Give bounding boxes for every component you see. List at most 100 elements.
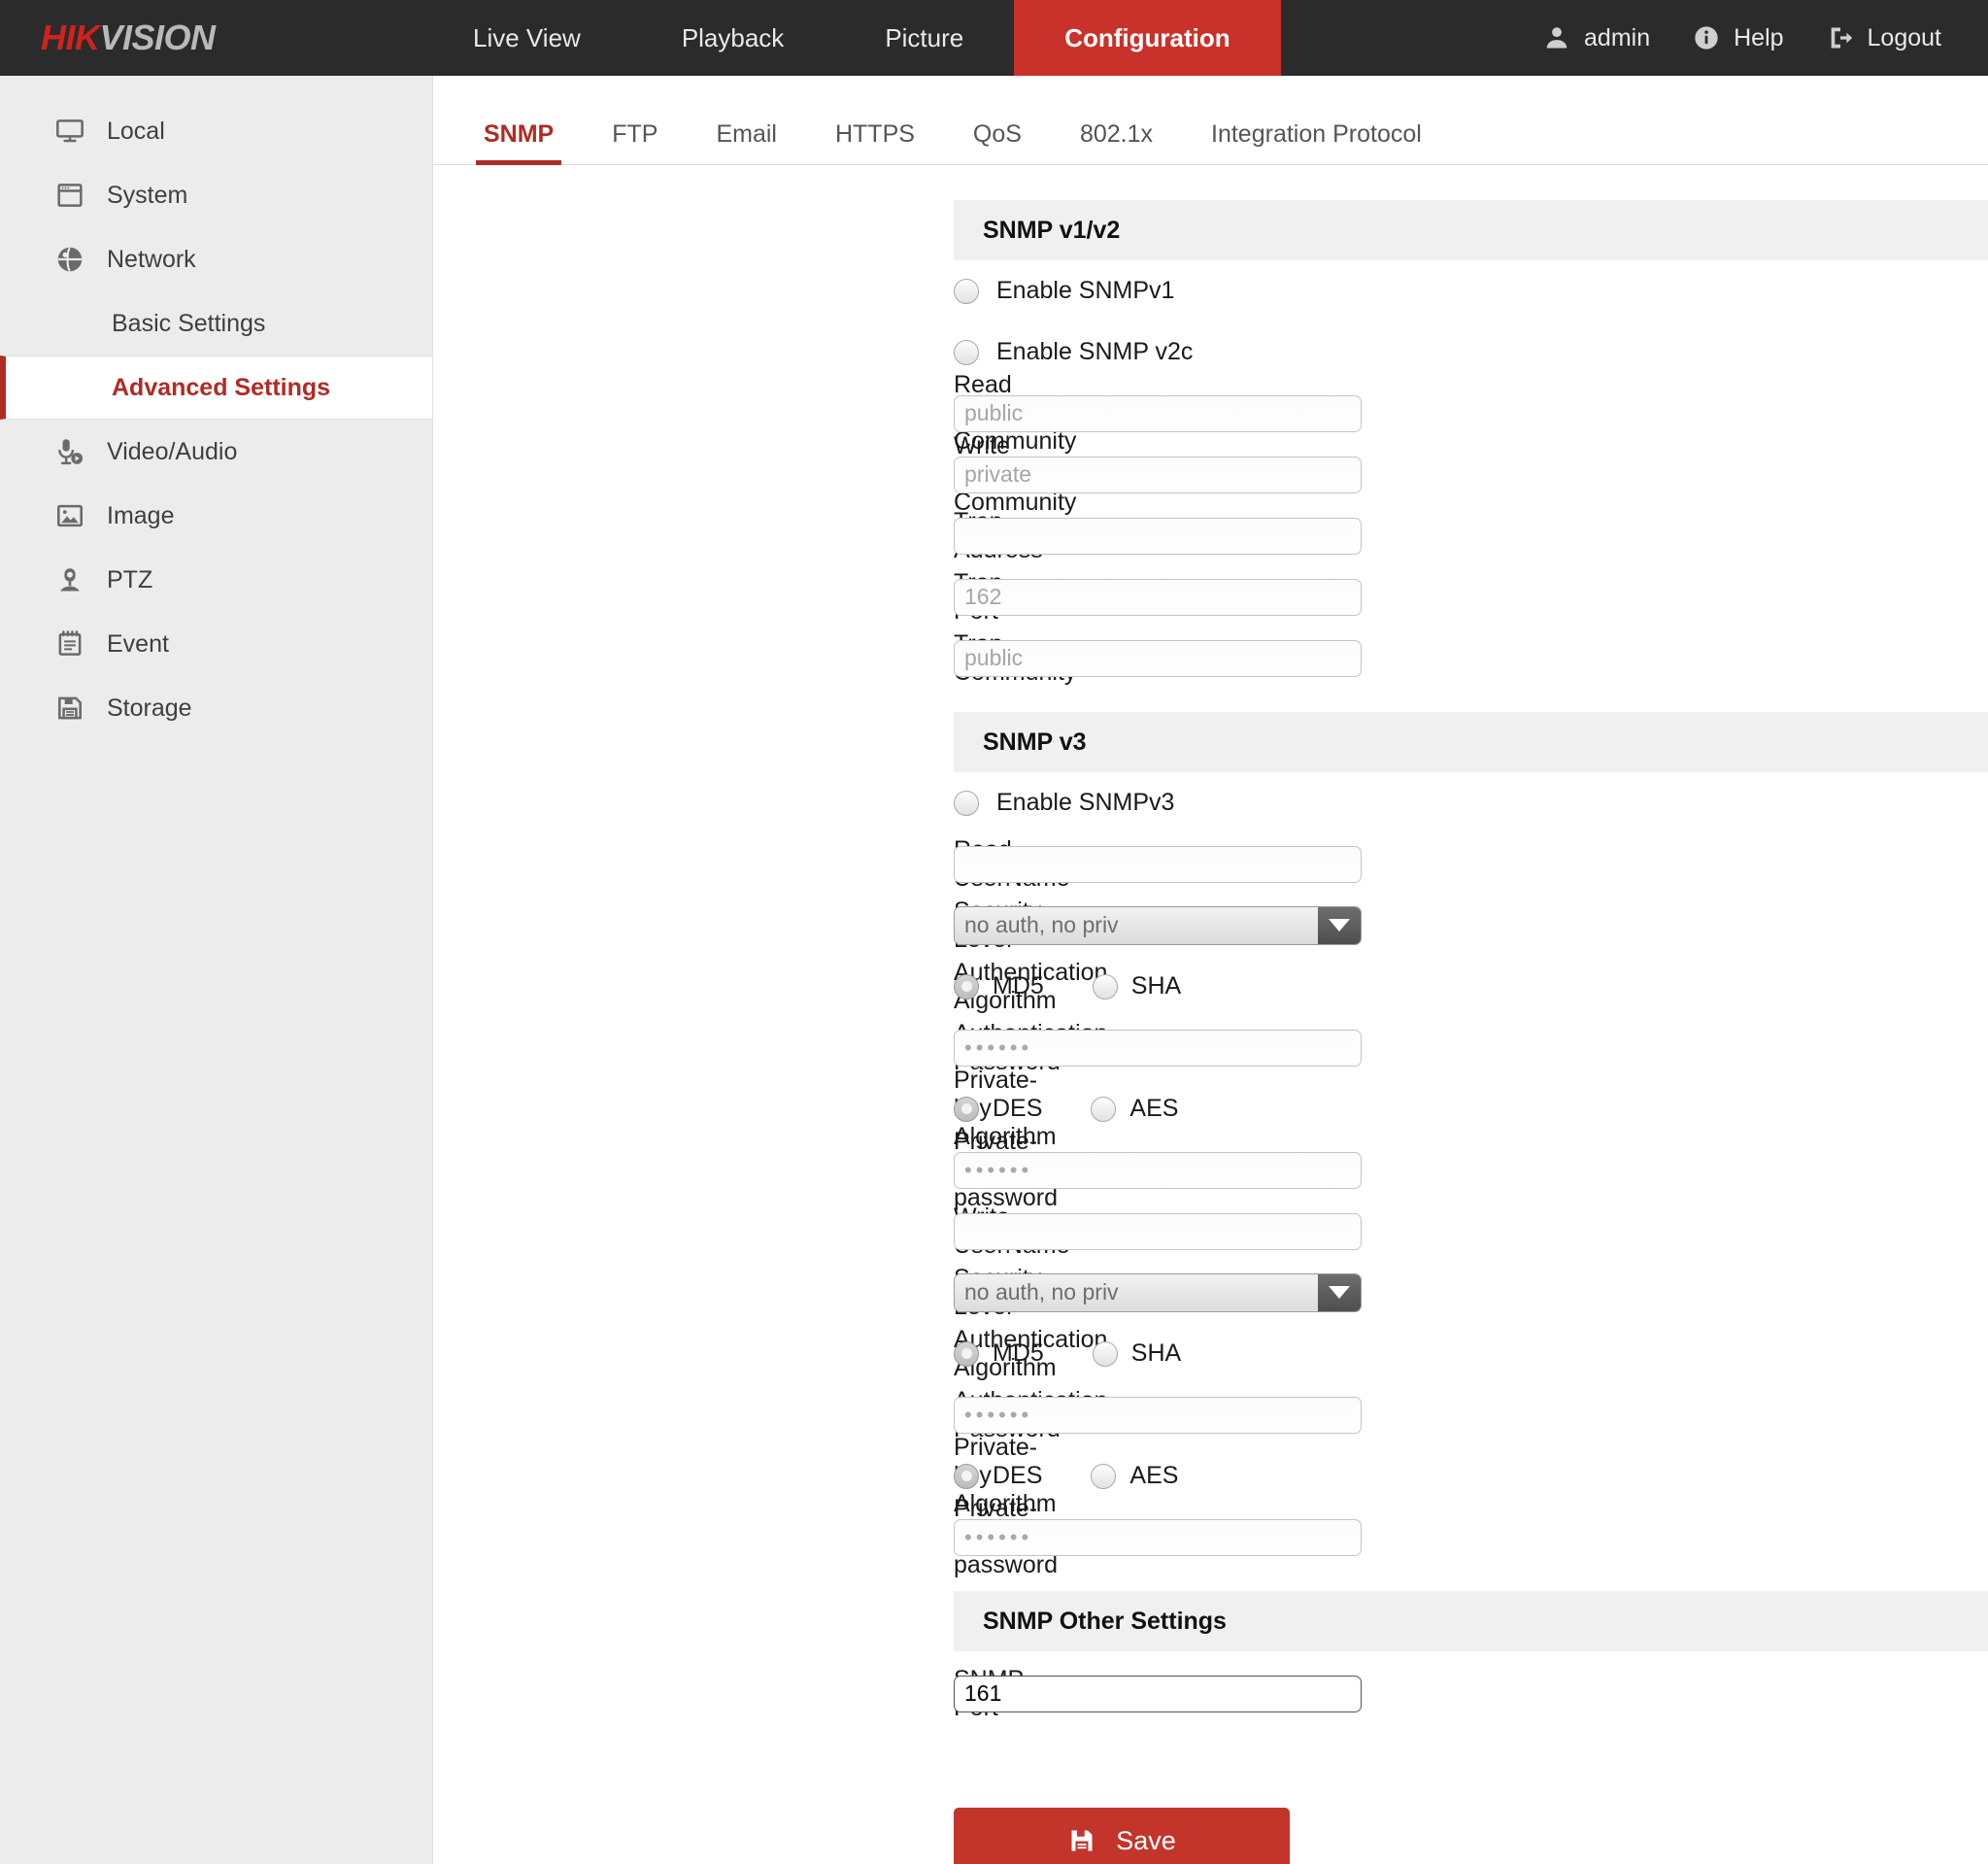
section-header-snmp-other: SNMP Other Settings — [954, 1591, 1988, 1651]
tab-snmp[interactable]: SNMP — [455, 120, 583, 165]
logout-button[interactable]: Logout — [1827, 24, 1941, 52]
read-privatekey-password-row: Private-key password •••••• — [433, 1128, 1988, 1211]
main-navigation: Live View Playback Picture Configuration — [422, 0, 1281, 76]
write-username-row: Write UserName — [433, 1201, 1988, 1262]
enable-snmpv3-checkbox[interactable] — [954, 790, 979, 816]
write-privatekey-password-label: Private-key password — [954, 1495, 1058, 1578]
read-auth-md5-label: MD5 — [993, 972, 1044, 1000]
read-privatekey-password-input[interactable]: •••••• — [954, 1151, 1362, 1189]
globe-icon — [54, 244, 85, 275]
write-auth-algorithm-row: Authentication Algorithm MD5 SHA — [433, 1323, 1988, 1384]
tab-https[interactable]: HTTPS — [806, 120, 944, 164]
admin-user-label: admin — [1584, 23, 1651, 51]
top-header: HIK VISION Live View Playback Picture Con… — [0, 0, 1988, 76]
sidebar-item-local[interactable]: Local — [0, 99, 432, 163]
sidebar-item-system[interactable]: System — [0, 163, 432, 227]
trap-community-input[interactable]: public — [954, 639, 1362, 677]
snmp-port-input[interactable]: 161 — [954, 1675, 1362, 1712]
tab-8021x[interactable]: 802.1x — [1051, 120, 1182, 164]
read-auth-md5-radio[interactable] — [954, 973, 979, 1000]
read-auth-password-input[interactable]: •••••• — [954, 1029, 1362, 1067]
sidebar-item-image[interactable]: Image — [0, 484, 432, 548]
enable-snmpv2c-checkbox[interactable] — [954, 339, 979, 365]
write-priv-des-radio[interactable] — [954, 1463, 979, 1489]
sidebar-label-event: Event — [107, 629, 169, 658]
trap-port-row: Trap Port 162 — [433, 566, 1988, 627]
write-snmp-community-row: Write SNMP Community private — [433, 432, 1988, 516]
read-auth-sha-radio[interactable] — [1092, 973, 1118, 1000]
help-button[interactable]: Help — [1693, 23, 1784, 52]
write-auth-algorithm-label: Authentication Algorithm — [954, 1325, 1108, 1381]
enable-snmpv3-label: Enable SNMPv3 — [996, 789, 1175, 816]
read-auth-algorithm-label: Authentication Algorithm — [954, 958, 1108, 1014]
nav-picture[interactable]: Picture — [834, 0, 1014, 76]
enable-snmpv3-row[interactable]: Enable SNMPv3 — [433, 772, 1988, 833]
sidebar-item-event[interactable]: Event — [0, 612, 432, 676]
enable-snmpv2c-label: Enable SNMP v2c — [996, 338, 1194, 365]
sidebar: Local System Network Basic Settings Adva… — [0, 76, 433, 1864]
admin-user-button[interactable]: admin — [1543, 24, 1650, 52]
user-icon — [1543, 24, 1570, 51]
sidebar-item-storage[interactable]: Storage — [0, 676, 432, 740]
mic-play-icon — [54, 436, 85, 467]
sidebar-item-advanced-settings[interactable]: Advanced Settings — [0, 356, 432, 420]
write-username-input[interactable] — [954, 1212, 1362, 1250]
read-priv-des-radio[interactable] — [954, 1096, 979, 1122]
save-button[interactable]: Save — [954, 1808, 1290, 1864]
write-auth-md5-radio[interactable] — [954, 1340, 979, 1367]
chevron-down-icon[interactable] — [1318, 1273, 1361, 1311]
hikvision-logo: HIK VISION — [0, 0, 291, 76]
trap-port-label: Trap Port — [433, 569, 1002, 626]
window-icon — [54, 180, 85, 211]
sidebar-item-basic-settings[interactable]: Basic Settings — [0, 291, 432, 356]
tab-email[interactable]: Email — [687, 120, 806, 164]
chevron-down-icon[interactable] — [1318, 906, 1361, 944]
write-priv-aes-radio[interactable] — [1091, 1463, 1117, 1489]
write-auth-sha-label: SHA — [1130, 1339, 1182, 1367]
enable-snmpv1-row[interactable]: Enable SNMPv1 — [433, 260, 1988, 322]
nav-playback[interactable]: Playback — [631, 0, 835, 76]
save-button-wrapper: Save — [433, 1724, 1988, 1864]
trap-port-input[interactable]: 162 — [954, 578, 1362, 616]
write-auth-password-value: •••••• — [964, 1402, 1033, 1427]
trap-community-label: Trap Community — [433, 630, 1076, 687]
logout-icon — [1827, 24, 1854, 51]
read-priv-aes-radio[interactable] — [1091, 1096, 1117, 1122]
sidebar-item-network[interactable]: Network — [0, 227, 432, 291]
snmp-settings-panel: SNMP v1/v2 Enable SNMPv1 Enable SNMP v2c… — [433, 165, 1988, 1864]
trap-address-input[interactable] — [954, 517, 1362, 555]
write-snmp-community-input[interactable]: private — [954, 456, 1362, 493]
read-auth-password-value: •••••• — [964, 1034, 1033, 1060]
save-button-label: Save — [1116, 1825, 1176, 1855]
read-privatekey-password-value: •••••• — [964, 1157, 1033, 1182]
sidebar-item-ptz[interactable]: PTZ — [0, 548, 432, 612]
read-priv-aes-label: AES — [1129, 1095, 1179, 1122]
enable-snmpv1-checkbox[interactable] — [954, 278, 979, 304]
tab-integration-protocol[interactable]: Integration Protocol — [1182, 120, 1451, 164]
write-privatekey-password-value: •••••• — [964, 1524, 1033, 1549]
nav-configuration[interactable]: Configuration — [1014, 0, 1281, 76]
read-security-level-value: no auth, no priv — [955, 906, 1318, 944]
write-auth-password-input[interactable]: •••••• — [954, 1396, 1362, 1434]
sidebar-label-network: Network — [107, 245, 196, 273]
write-privatekey-algorithm-group: DES AES — [954, 1462, 1178, 1490]
section-header-snmp-v1v2: SNMP v1/v2 — [954, 200, 1988, 260]
tab-ftp[interactable]: FTP — [583, 120, 687, 164]
write-security-level-select[interactable]: no auth, no priv — [954, 1272, 1362, 1312]
nav-live-view[interactable]: Live View — [422, 0, 631, 76]
write-privatekey-password-input[interactable]: •••••• — [954, 1518, 1362, 1556]
read-username-input[interactable] — [954, 845, 1362, 883]
read-security-level-select[interactable]: no auth, no priv — [954, 905, 1362, 945]
write-auth-md5-label: MD5 — [993, 1339, 1044, 1367]
sidebar-item-video-audio[interactable]: Video/Audio — [0, 420, 432, 484]
floppy-icon — [54, 693, 85, 724]
floppy-icon — [1067, 1826, 1096, 1855]
write-username-label: Write UserName — [433, 1203, 1069, 1260]
read-snmp-community-input[interactable]: public — [954, 394, 1362, 432]
write-auth-sha-radio[interactable] — [1092, 1340, 1118, 1367]
tab-qos[interactable]: QoS — [944, 120, 1051, 164]
sidebar-label-local: Local — [107, 117, 165, 145]
read-username-label: Read UserName — [433, 836, 1069, 893]
help-label: Help — [1734, 23, 1784, 51]
read-privatekey-password-label: Private-key password — [954, 1128, 1058, 1211]
